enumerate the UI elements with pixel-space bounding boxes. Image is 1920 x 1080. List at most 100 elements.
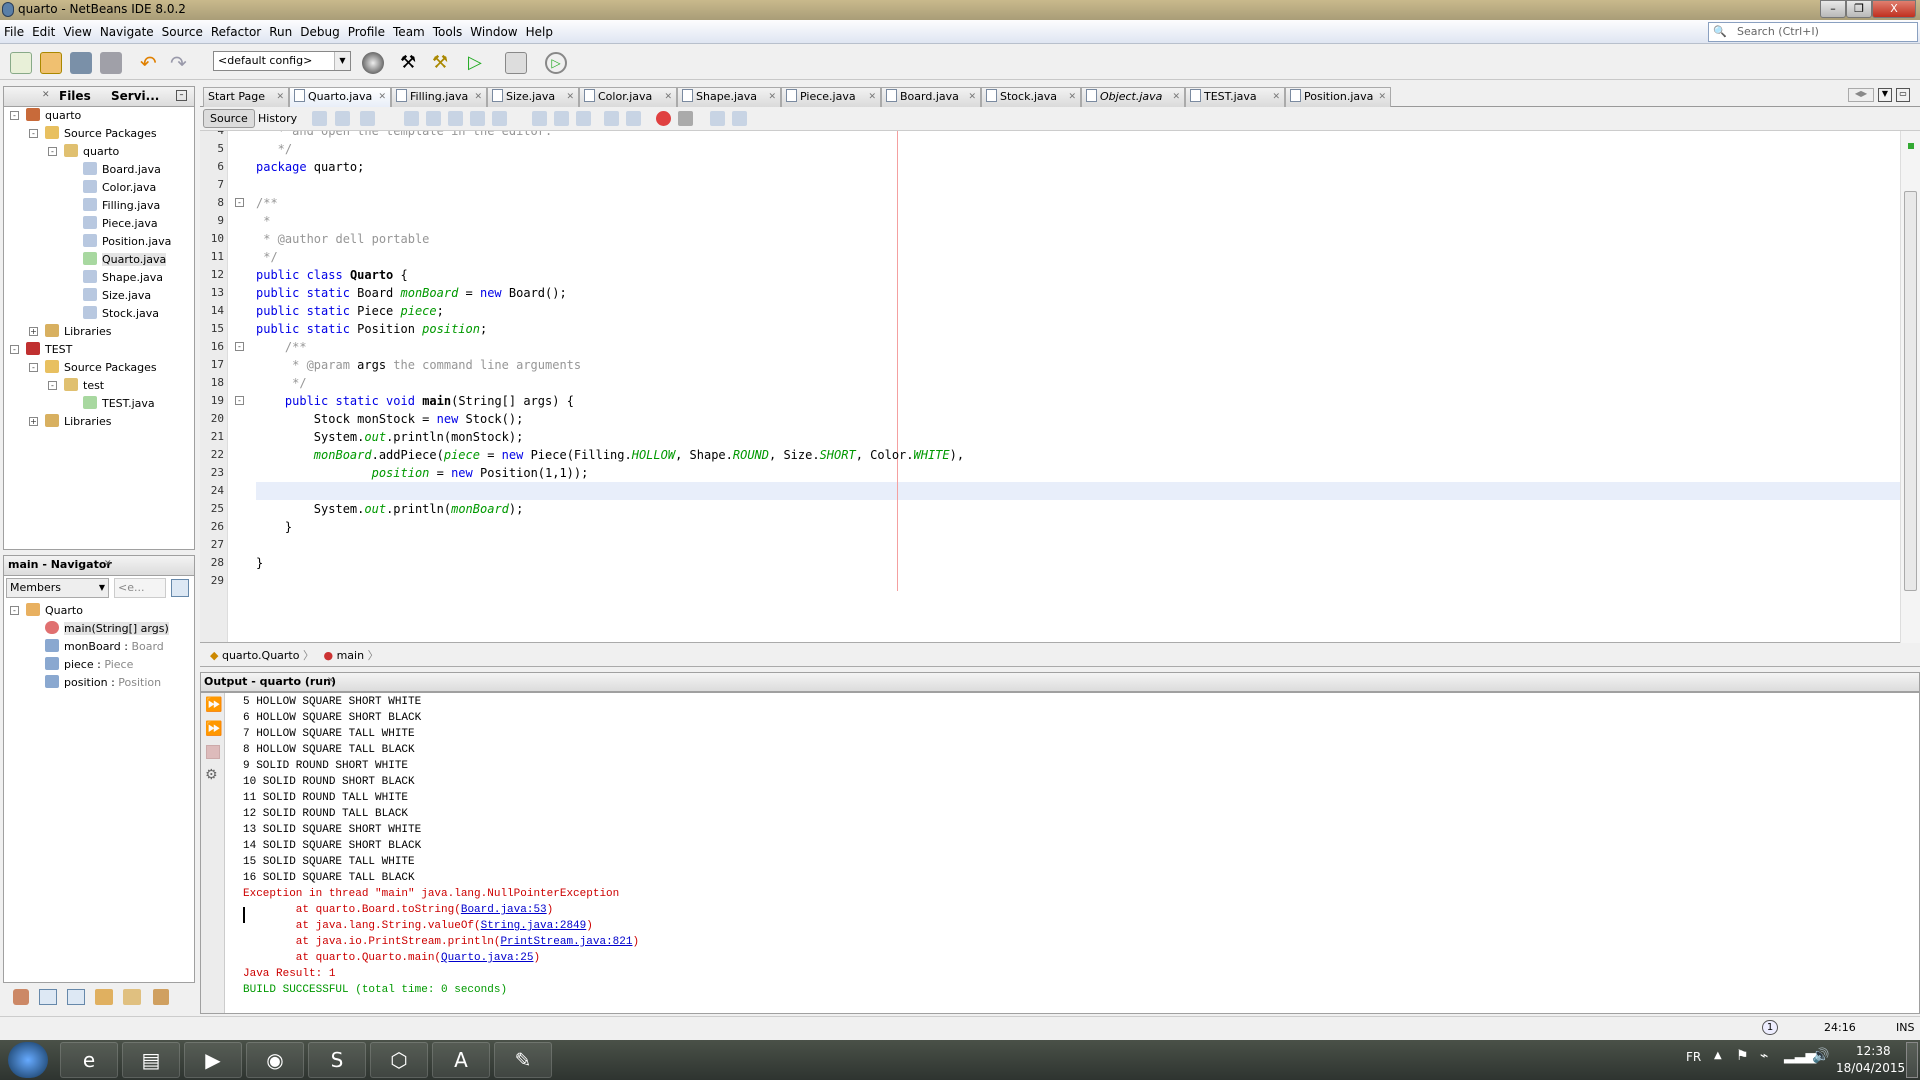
notifications-icon[interactable]: 1: [1762, 1020, 1778, 1035]
menu-file[interactable]: File: [0, 20, 28, 44]
open-project-icon[interactable]: [70, 52, 92, 74]
tab-services[interactable]: Servi...: [111, 89, 159, 103]
tab-piece-java[interactable]: Piece.java ✕: [781, 87, 881, 107]
language-indicator[interactable]: FR: [1686, 1050, 1701, 1064]
close-tab-icon[interactable]: ✕: [968, 88, 976, 106]
back-icon[interactable]: [335, 111, 350, 126]
close-tab-icon[interactable]: ✕: [1378, 88, 1386, 106]
expand-toggle-icon[interactable]: -: [48, 381, 57, 390]
media-player-icon[interactable]: ▶: [184, 1042, 242, 1078]
expand-toggle-icon[interactable]: -: [29, 129, 38, 138]
debug-icon[interactable]: [505, 52, 527, 74]
expand-toggle-icon[interactable]: +: [29, 417, 38, 426]
close-tab-icon[interactable]: ✕: [768, 88, 776, 106]
clean-build-icon[interactable]: ⚒: [432, 52, 454, 74]
menu-source[interactable]: Source: [158, 20, 207, 44]
members-filter-select[interactable]: Members ▼: [6, 578, 109, 598]
tree-item[interactable]: test: [64, 377, 104, 395]
history-button[interactable]: History: [251, 109, 304, 128]
internet-explorer-icon[interactable]: e: [60, 1042, 118, 1078]
tree-item[interactable]: Piece.java: [83, 215, 158, 233]
expand-toggle-icon[interactable]: -: [29, 363, 38, 372]
tree-item[interactable]: TEST: [26, 341, 72, 359]
output-console[interactable]: ⏩ ⏩ ⚙ 5 HOLLOW SQUARE SHORT WHITE 6 HOLLO…: [200, 692, 1920, 1014]
search-input[interactable]: 🔍 Search (Ctrl+I): [1708, 22, 1918, 42]
show-desktop-button[interactable]: [1906, 1042, 1918, 1078]
tree-item[interactable]: quarto: [64, 143, 119, 161]
forward-icon[interactable]: [360, 111, 375, 126]
navigator-item[interactable]: position : Position: [45, 674, 161, 692]
minimize-button[interactable]: –: [1820, 0, 1846, 18]
menu-run[interactable]: Run: [265, 20, 296, 44]
settings-icon[interactable]: ⚙: [205, 767, 218, 783]
shift-left-icon[interactable]: [604, 111, 619, 126]
tab-list-icon[interactable]: ▼: [1878, 88, 1892, 102]
tree-item[interactable]: Position.java: [83, 233, 171, 251]
package-view-icon[interactable]: [95, 989, 113, 1005]
tree-item[interactable]: Libraries: [45, 413, 112, 431]
menu-profile[interactable]: Profile: [344, 20, 389, 44]
breadcrumb-class[interactable]: quarto.Quarto: [222, 649, 300, 662]
tab-board-java[interactable]: Board.java ✕: [881, 87, 981, 107]
expand-toggle-icon[interactable]: -: [10, 606, 19, 615]
clock-date[interactable]: 18/04/2015: [1836, 1061, 1905, 1075]
class-view-icon[interactable]: [123, 989, 141, 1005]
rerun-with-options-icon[interactable]: ⏩: [205, 721, 222, 737]
tab-files[interactable]: Files: [59, 89, 91, 103]
chrome-icon[interactable]: ◉: [246, 1042, 304, 1078]
tree-item[interactable]: Shape.java: [83, 269, 163, 287]
menu-view[interactable]: View: [59, 20, 95, 44]
power-icon[interactable]: ⌁: [1760, 1048, 1768, 1064]
tree-item[interactable]: Filling.java: [83, 197, 160, 215]
tree-item[interactable]: Board.java: [83, 161, 161, 179]
close-tab-icon[interactable]: ✕: [276, 88, 284, 106]
virtualbox-icon[interactable]: ⬡: [370, 1042, 428, 1078]
stacktrace-link[interactable]: Board.java:53: [461, 904, 547, 916]
fold-toggle-icon[interactable]: -: [235, 342, 244, 351]
menu-window[interactable]: Window: [466, 20, 521, 44]
menu-team[interactable]: Team: [389, 20, 429, 44]
clock-time[interactable]: 12:38: [1856, 1044, 1891, 1058]
close-tab-icon[interactable]: ✕: [868, 88, 876, 106]
navigator-item[interactable]: monBoard : Board: [45, 638, 164, 656]
scroll-tabs-icon[interactable]: ◀▶: [1848, 88, 1874, 102]
stop-macro-icon[interactable]: [678, 111, 693, 126]
java-project-icon[interactable]: [13, 989, 29, 1005]
globe-icon[interactable]: [362, 52, 384, 74]
breadcrumb-method[interactable]: main: [337, 649, 364, 662]
navigator-item[interactable]: Quarto: [26, 602, 83, 620]
menu-debug[interactable]: Debug: [296, 20, 343, 44]
element-filter-select[interactable]: <e...: [114, 578, 166, 598]
tab-color-java[interactable]: Color.java ✕: [579, 87, 677, 107]
stacktrace-link[interactable]: Quarto.java:25: [441, 952, 533, 964]
fold-toggle-icon[interactable]: -: [235, 198, 244, 207]
maximize-button[interactable]: ❐: [1846, 0, 1872, 18]
tree-item[interactable]: Stock.java: [83, 305, 159, 323]
minimize-panel-icon[interactable]: –: [176, 90, 187, 101]
menu-help[interactable]: Help: [522, 20, 557, 44]
tab-position-java[interactable]: Position.java ✕: [1285, 87, 1391, 107]
fold-toggle-icon[interactable]: -: [235, 396, 244, 405]
code-editor[interactable]: 4 5 6 7 8 9 10 11 12 13 14 15 16 17 18 19 20 21 22 23 24 25 26…: [200, 131, 1900, 643]
rerun-icon[interactable]: ⏩: [205, 697, 222, 713]
stacktrace-link[interactable]: PrintStream.java:821: [500, 936, 632, 948]
previous-bookmark-icon[interactable]: [532, 111, 547, 126]
close-tab-icon[interactable]: ✕: [1272, 88, 1280, 106]
navigator-view-icon[interactable]: [171, 579, 189, 597]
source-button[interactable]: Source: [203, 109, 255, 128]
toggle-bookmark-icon[interactable]: [576, 111, 591, 126]
close-tab-icon[interactable]: ✕: [1068, 88, 1076, 106]
tree-item[interactable]: Libraries: [45, 323, 112, 341]
tree-item[interactable]: quarto: [26, 107, 81, 125]
expand-toggle-icon[interactable]: -: [48, 147, 57, 156]
save-all-icon[interactable]: [100, 52, 122, 74]
build-hammer-icon[interactable]: ⚒: [400, 52, 422, 74]
output-tab[interactable]: Output - quarto (run): [204, 675, 336, 688]
editor-scrollbar[interactable]: [1900, 131, 1920, 643]
rectangular-selection-icon[interactable]: [492, 111, 507, 126]
tree-item[interactable]: Source Packages: [45, 125, 157, 143]
expand-toggle-icon[interactable]: +: [29, 327, 38, 336]
tab-shape-java[interactable]: Shape.java ✕: [677, 87, 781, 107]
close-icon[interactable]: ✕: [104, 559, 112, 569]
comment-icon[interactable]: [710, 111, 725, 126]
